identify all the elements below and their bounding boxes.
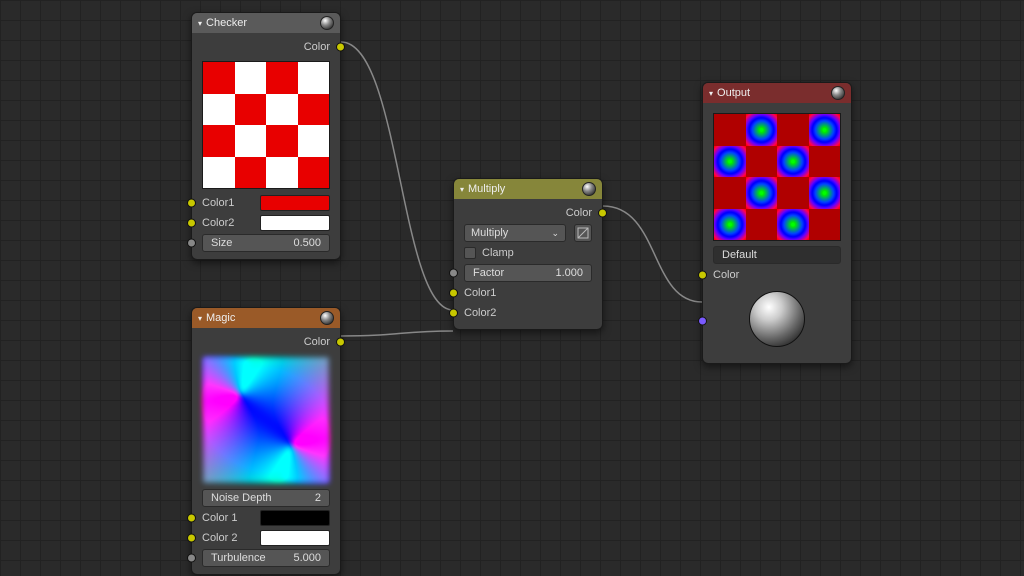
- magic-preview: [202, 356, 330, 484]
- size-value: 0.500: [293, 237, 321, 249]
- factor-row: Factor 1.000: [454, 263, 602, 283]
- node-preview: [703, 107, 851, 245]
- preview-toggle-icon[interactable]: [320, 16, 334, 30]
- socket-size-input[interactable]: [187, 239, 196, 248]
- node-title: Magic: [206, 312, 235, 324]
- noise-depth-label: Noise Depth: [211, 492, 272, 504]
- preview-toggle-icon[interactable]: [320, 311, 334, 325]
- mode-label: Default: [722, 249, 757, 261]
- color2-swatch[interactable]: [260, 215, 330, 231]
- factor-label: Factor: [473, 267, 504, 279]
- turbulence-row: Turbulence 5.000: [192, 548, 340, 568]
- color2-swatch[interactable]: [260, 530, 330, 546]
- color2-row: Color2: [192, 213, 340, 233]
- socket-color1-input[interactable]: [187, 514, 196, 523]
- checker-preview: [202, 61, 330, 189]
- color2-row: Color2: [454, 303, 602, 323]
- turbulence-value: 5.000: [293, 552, 321, 564]
- socket-factor-input[interactable]: [449, 269, 458, 278]
- color1-row: Color1: [454, 283, 602, 303]
- clamp-label: Clamp: [482, 247, 514, 259]
- color-input-row: Color: [703, 265, 851, 285]
- node-title: Checker: [206, 17, 247, 29]
- node-header[interactable]: ▾ Output: [703, 83, 851, 103]
- sphere-preview-row: [703, 285, 851, 357]
- output-mode-field[interactable]: Default: [713, 246, 841, 264]
- output-socket-row: Color: [454, 203, 602, 223]
- blend-mode-dropdown[interactable]: Multiply ⌄: [464, 224, 566, 242]
- color2-label: Color 2: [202, 532, 237, 544]
- node-preview: [192, 57, 340, 193]
- node-title: Multiply: [468, 183, 505, 195]
- collapse-icon[interactable]: ▾: [198, 314, 202, 323]
- clamp-row: Clamp: [454, 243, 602, 263]
- socket-normal-input[interactable]: [698, 317, 707, 326]
- node-output[interactable]: ▾ Output Default Color: [702, 82, 852, 364]
- node-title: Output: [717, 87, 750, 99]
- color1-swatch[interactable]: [260, 510, 330, 526]
- factor-field[interactable]: Factor 1.000: [464, 264, 592, 282]
- socket-turbulence-input[interactable]: [187, 554, 196, 563]
- collapse-icon[interactable]: ▾: [709, 89, 713, 98]
- socket-color-output[interactable]: [598, 209, 607, 218]
- socket-color2-input[interactable]: [187, 534, 196, 543]
- mode-row: Default: [703, 245, 851, 265]
- color1-label: Color1: [464, 287, 496, 299]
- noise-depth-row: Noise Depth 2: [192, 488, 340, 508]
- node-multiply[interactable]: ▾ Multiply Color Multiply ⌄ Clamp Factor: [453, 178, 603, 330]
- noise-depth-value: 2: [315, 492, 321, 504]
- socket-color-input[interactable]: [698, 271, 707, 280]
- size-row: Size 0.500: [192, 233, 340, 253]
- node-magic[interactable]: ▾ Magic Color Noise Depth 2 Color 1 Colo…: [191, 307, 341, 575]
- collapse-icon[interactable]: ▾: [460, 185, 464, 194]
- chevron-down-icon: ⌄: [551, 228, 559, 239]
- socket-color1-input[interactable]: [187, 199, 196, 208]
- node-header[interactable]: ▾ Magic: [192, 308, 340, 328]
- color2-label: Color2: [464, 307, 496, 319]
- factor-value: 1.000: [555, 267, 583, 279]
- preview-toggle-icon[interactable]: [582, 182, 596, 196]
- socket-color1-input[interactable]: [449, 289, 458, 298]
- socket-color2-input[interactable]: [449, 309, 458, 318]
- size-field[interactable]: Size 0.500: [202, 234, 330, 252]
- color1-row: Color1: [192, 193, 340, 213]
- node-header[interactable]: ▾ Checker: [192, 13, 340, 33]
- color2-row: Color 2: [192, 528, 340, 548]
- color1-row: Color 1: [192, 508, 340, 528]
- output-preview: [713, 113, 841, 241]
- collapse-icon[interactable]: ▾: [198, 19, 202, 28]
- preview-toggle-icon[interactable]: [831, 86, 845, 100]
- blend-mode-row: Multiply ⌄: [454, 223, 602, 243]
- output-socket-row: Color: [192, 37, 340, 57]
- output-label: Color: [304, 41, 330, 53]
- output-label: Color: [566, 207, 592, 219]
- size-label: Size: [211, 237, 232, 249]
- color-ramp-icon[interactable]: [574, 224, 592, 242]
- color1-swatch[interactable]: [260, 195, 330, 211]
- material-sphere-preview: [749, 291, 805, 347]
- turbulence-field[interactable]: Turbulence 5.000: [202, 549, 330, 567]
- node-header[interactable]: ▾ Multiply: [454, 179, 602, 199]
- output-socket-row: Color: [192, 332, 340, 352]
- color1-label: Color1: [202, 197, 234, 209]
- node-preview: [192, 352, 340, 488]
- clamp-checkbox[interactable]: [464, 247, 476, 259]
- color-label: Color: [713, 269, 739, 281]
- color1-label: Color 1: [202, 512, 237, 524]
- blend-mode-value: Multiply: [471, 227, 508, 239]
- color2-label: Color2: [202, 217, 234, 229]
- turbulence-label: Turbulence: [211, 552, 266, 564]
- output-label: Color: [304, 336, 330, 348]
- socket-color2-input[interactable]: [187, 219, 196, 228]
- node-checker[interactable]: ▾ Checker Color Color1 Color: [191, 12, 341, 260]
- socket-color-output[interactable]: [336, 338, 345, 347]
- noise-depth-field[interactable]: Noise Depth 2: [202, 489, 330, 507]
- socket-color-output[interactable]: [336, 43, 345, 52]
